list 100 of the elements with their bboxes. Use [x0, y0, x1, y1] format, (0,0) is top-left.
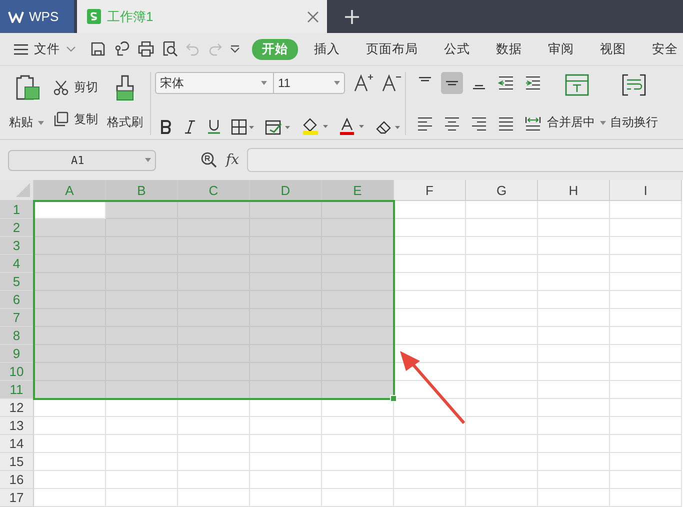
table-cell[interactable] — [610, 435, 682, 453]
dropdown-icon[interactable] — [230, 45, 240, 53]
table-cell[interactable] — [34, 435, 106, 453]
table-cell[interactable] — [34, 399, 106, 417]
distribute-icon[interactable] — [524, 115, 542, 133]
cell-style-icon[interactable] — [265, 118, 291, 134]
table-cell[interactable] — [34, 417, 106, 435]
grow-font-icon[interactable] — [353, 73, 373, 93]
paste-button[interactable]: 粘贴 — [6, 72, 47, 135]
merge-center-button[interactable]: 合并居中 — [546, 72, 607, 135]
table-cell[interactable] — [394, 237, 466, 255]
zoom-icon[interactable] — [200, 151, 218, 169]
table-cell[interactable] — [394, 435, 466, 453]
table-cell[interactable] — [394, 219, 466, 237]
table-cell[interactable] — [322, 363, 394, 381]
app-tab[interactable]: WPS — [0, 0, 74, 33]
table-cell[interactable] — [250, 471, 322, 489]
table-cell[interactable] — [250, 453, 322, 471]
table-cell[interactable] — [322, 435, 394, 453]
table-cell[interactable] — [322, 309, 394, 327]
table-cell[interactable] — [466, 399, 538, 417]
column-header[interactable]: I — [610, 180, 682, 201]
table-cell[interactable] — [106, 399, 178, 417]
table-cell[interactable] — [466, 219, 538, 237]
align-middle-button[interactable] — [441, 72, 463, 94]
column-header[interactable]: G — [466, 180, 538, 201]
font-color-icon[interactable] — [339, 118, 365, 135]
eraser-icon[interactable] — [375, 118, 401, 134]
table-cell[interactable] — [322, 453, 394, 471]
table-cell[interactable] — [250, 435, 322, 453]
table-cell[interactable] — [178, 435, 250, 453]
table-cell[interactable] — [322, 399, 394, 417]
table-cell[interactable] — [610, 219, 682, 237]
table-cell[interactable] — [466, 327, 538, 345]
table-cell[interactable] — [538, 363, 610, 381]
align-left-icon[interactable] — [416, 115, 434, 133]
row-header[interactable]: 16 — [0, 471, 34, 489]
row-header[interactable]: 17 — [0, 489, 34, 507]
table-cell[interactable] — [394, 381, 466, 399]
table-cell[interactable] — [466, 417, 538, 435]
table-cell[interactable] — [34, 489, 106, 507]
table-cell[interactable] — [610, 201, 682, 219]
ribbon-tab[interactable]: 安全 — [642, 38, 683, 60]
print-icon[interactable] — [138, 41, 154, 57]
table-cell[interactable] — [466, 489, 538, 507]
table-cell[interactable] — [34, 327, 106, 345]
print-preview-icon[interactable] — [162, 41, 178, 57]
table-cell[interactable] — [538, 489, 610, 507]
table-cell[interactable] — [538, 435, 610, 453]
shrink-font-icon[interactable] — [381, 73, 401, 93]
table-cell[interactable] — [106, 417, 178, 435]
table-cell[interactable] — [538, 327, 610, 345]
table-cell[interactable] — [106, 453, 178, 471]
wrap-text-button[interactable]: 自动换行 — [609, 72, 659, 135]
table-cell[interactable] — [394, 291, 466, 309]
ribbon-tab[interactable]: 审阅 — [538, 38, 584, 60]
table-cell[interactable] — [34, 219, 106, 237]
font-name-dropdown[interactable]: 宋体 — [156, 73, 274, 93]
table-cell[interactable] — [106, 381, 178, 399]
bold-icon[interactable] — [159, 120, 173, 134]
table-cell[interactable] — [538, 273, 610, 291]
table-cell[interactable] — [394, 273, 466, 291]
table-cell[interactable] — [34, 291, 106, 309]
table-cell[interactable] — [322, 255, 394, 273]
table-cell[interactable] — [538, 381, 610, 399]
save-icon[interactable] — [90, 41, 106, 57]
select-all-corner[interactable] — [0, 180, 34, 201]
function-label[interactable]: fx — [226, 152, 240, 168]
table-cell[interactable] — [34, 471, 106, 489]
table-cell[interactable] — [178, 417, 250, 435]
table-cell[interactable] — [394, 345, 466, 363]
font-size-dropdown[interactable]: 11 — [274, 73, 344, 93]
file-menu[interactable]: 文件 — [0, 40, 82, 58]
table-cell[interactable] — [34, 255, 106, 273]
table-cell[interactable] — [322, 219, 394, 237]
table-cell[interactable] — [34, 273, 106, 291]
increase-indent-icon[interactable] — [524, 74, 542, 92]
table-cell[interactable] — [610, 363, 682, 381]
table-cell[interactable] — [466, 255, 538, 273]
table-cell[interactable] — [322, 273, 394, 291]
table-cell[interactable] — [610, 237, 682, 255]
row-header[interactable]: 14 — [0, 435, 34, 453]
table-cell[interactable] — [610, 489, 682, 507]
table-cell[interactable] — [394, 201, 466, 219]
table-cell[interactable] — [610, 417, 682, 435]
fill-color-icon[interactable] — [301, 118, 329, 135]
table-cell[interactable] — [250, 381, 322, 399]
align-center-icon[interactable] — [443, 115, 461, 133]
table-cell[interactable] — [466, 435, 538, 453]
table-cell[interactable] — [322, 237, 394, 255]
table-cell[interactable] — [466, 201, 538, 219]
cut-button[interactable]: 剪切 — [53, 79, 98, 96]
table-cell[interactable] — [322, 327, 394, 345]
table-cell[interactable] — [538, 237, 610, 255]
table-cell[interactable] — [34, 237, 106, 255]
table-cell[interactable] — [322, 345, 394, 363]
table-cell[interactable] — [538, 453, 610, 471]
column-header[interactable]: F — [394, 180, 466, 201]
table-cell[interactable] — [250, 489, 322, 507]
table-cell[interactable] — [538, 471, 610, 489]
